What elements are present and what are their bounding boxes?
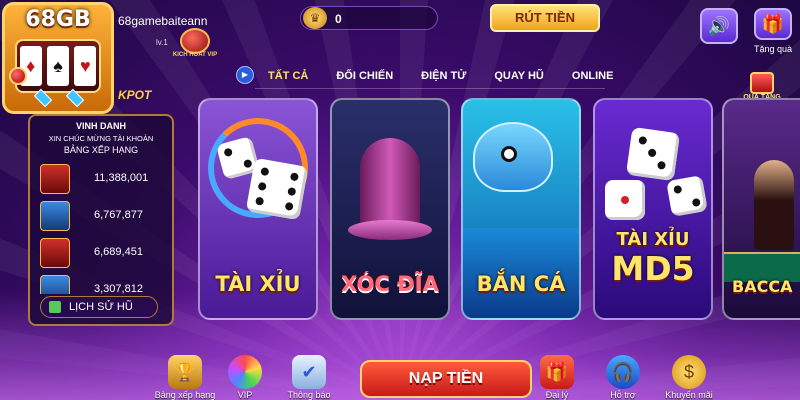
tab-divider — [255, 88, 605, 89]
nav-promo-label: Khuyến mãi — [665, 390, 713, 400]
dealer-figure — [754, 160, 794, 250]
game-thumbnail — [40, 164, 70, 194]
game-card-taixiu[interactable]: TÀI XỈU — [198, 98, 318, 320]
ranking-panel: VINH DANH XIN CHÚC MỪNG TÀI KHOẢN BẢNG X… — [28, 114, 174, 326]
speaker-icon[interactable]: 🔊 — [700, 8, 738, 44]
bowl-icon — [360, 138, 420, 228]
card-heart-icon: ♥ — [74, 46, 97, 86]
slot-lever-icon — [9, 67, 27, 85]
ranking-subtitle-2: BẢNG XẾP HẠNG — [63, 145, 139, 155]
ranking-value: 6,767,877 — [94, 209, 143, 221]
nav-agency-label: Đại lý — [545, 390, 569, 400]
notification-icon: ✔ — [292, 355, 326, 389]
balance-display: ♛ 0 — [300, 6, 438, 30]
logo-text: 68GB — [25, 7, 91, 32]
withdraw-button[interactable]: RÚT TIỀN — [490, 4, 600, 32]
logo-slot-machine: ♦ ♠ ♥ — [15, 39, 101, 93]
balance-value: 0 — [335, 12, 342, 26]
dice-icon — [666, 175, 708, 217]
tab-all[interactable]: TẤT CẢ — [268, 70, 308, 82]
nav-ranking-label: Bảng xếp hạng — [154, 390, 216, 400]
vip-wheel-icon — [228, 355, 262, 389]
nav-promo[interactable]: $ Khuyến mãi — [658, 355, 720, 400]
game-thumbnail — [40, 238, 70, 268]
card-spade-icon: ♠ — [46, 46, 69, 86]
gift-label: Tặng quà — [753, 44, 793, 54]
game-label: XÓC ĐĨA — [341, 272, 439, 296]
tab-slots[interactable]: QUAY HŨ — [494, 70, 544, 82]
nav-support[interactable]: 🎧 Hỗ trợ — [592, 355, 654, 400]
game-sublabel: MD5 — [611, 249, 695, 288]
crown-icon: ♛ — [303, 7, 327, 29]
vip-activate-badge[interactable]: KICH HOAT VIP — [172, 28, 218, 62]
vip-badge-icon — [180, 28, 210, 54]
jackpot-label: KPOT — [118, 88, 152, 102]
deposit-button[interactable]: NẠP TIỀN — [360, 360, 532, 398]
dice-icon — [245, 157, 309, 221]
nav-ranking[interactable]: 🏆 Bảng xếp hạng — [154, 355, 216, 400]
user-level: lv.1 — [156, 38, 168, 47]
dice-icon — [625, 126, 681, 182]
game-label: BACCA — [732, 277, 793, 296]
tab-versus[interactable]: ĐỐI CHIẾN — [336, 70, 393, 82]
ranking-subtitle: XIN CHÚC MỪNG TÀI KHOẢN — [48, 134, 154, 143]
game-thumbnail — [40, 275, 70, 294]
username: 68gamebaiteann — [118, 14, 208, 28]
nav-agency[interactable]: 🎁 Đại lý — [526, 355, 588, 400]
dice-icon — [605, 180, 645, 220]
game-card-banca[interactable]: BẮN CÁ — [461, 98, 581, 320]
gift-box-icon — [750, 72, 774, 94]
game-thumbnail — [40, 201, 70, 231]
shark-eye — [501, 146, 517, 162]
history-label: LỊCH SỬ HŨ — [69, 301, 133, 313]
history-icon — [49, 301, 61, 313]
list-item: 3,307,812 — [38, 273, 166, 294]
game-label: TÀI XỈU — [616, 229, 690, 250]
gift-box-icon: 🎁 — [540, 355, 574, 389]
game-label: BẮN CÁ — [476, 272, 566, 296]
nav-notice[interactable]: ✔ Thông báo — [278, 355, 340, 400]
dollar-coin-icon: $ — [672, 355, 706, 389]
gift-box-icon[interactable]: 🎁 — [754, 8, 792, 40]
headset-icon: 🎧 — [606, 355, 640, 389]
nav-vip[interactable]: VIP — [214, 355, 276, 400]
game-card-xocdia[interactable]: XÓC ĐĨA — [330, 98, 450, 320]
ranking-title: VINH DANH — [75, 121, 126, 131]
list-item: 11,388,001 — [38, 162, 166, 199]
list-item: 6,767,877 — [38, 199, 166, 236]
trophy-icon: 🏆 — [168, 355, 202, 389]
tab-online[interactable]: ONLINE — [572, 70, 614, 82]
game-label: TÀI XỈU — [215, 272, 301, 296]
nav-support-label: Hỗ trợ — [610, 390, 636, 400]
category-tabs: TẤT CẢ ĐỐI CHIẾN ĐIỆN TỬ QUAY HŨ ONLINE — [268, 70, 641, 82]
ranking-value: 11,388,001 — [94, 172, 149, 184]
vip-badge-label: KICH HOAT VIP — [172, 52, 218, 58]
shark-icon — [473, 122, 553, 192]
brand-logo: 68GB ♦ ♠ ♥ — [2, 2, 114, 114]
game-card-taixiu-md5[interactable]: TÀI XỈU MD5 — [593, 98, 713, 320]
jackpot-history-button[interactable]: LỊCH SỬ HŨ — [40, 296, 158, 318]
nav-vip-label: VIP — [237, 390, 253, 400]
ranking-value: 6,689,451 — [94, 246, 143, 258]
tab-electronic[interactable]: ĐIỆN TỬ — [421, 70, 466, 82]
list-item: 6,689,451 — [38, 236, 166, 273]
ranking-value: 3,307,812 — [94, 283, 143, 294]
plate-icon — [348, 220, 432, 240]
nav-notice-label: Thông báo — [287, 390, 331, 400]
play-icon[interactable]: ▶ — [236, 66, 254, 84]
game-card-baccarat[interactable]: BACCA — [722, 98, 800, 320]
ranking-list: 11,388,001 6,767,877 6,689,451 3,307,812 — [38, 162, 166, 294]
